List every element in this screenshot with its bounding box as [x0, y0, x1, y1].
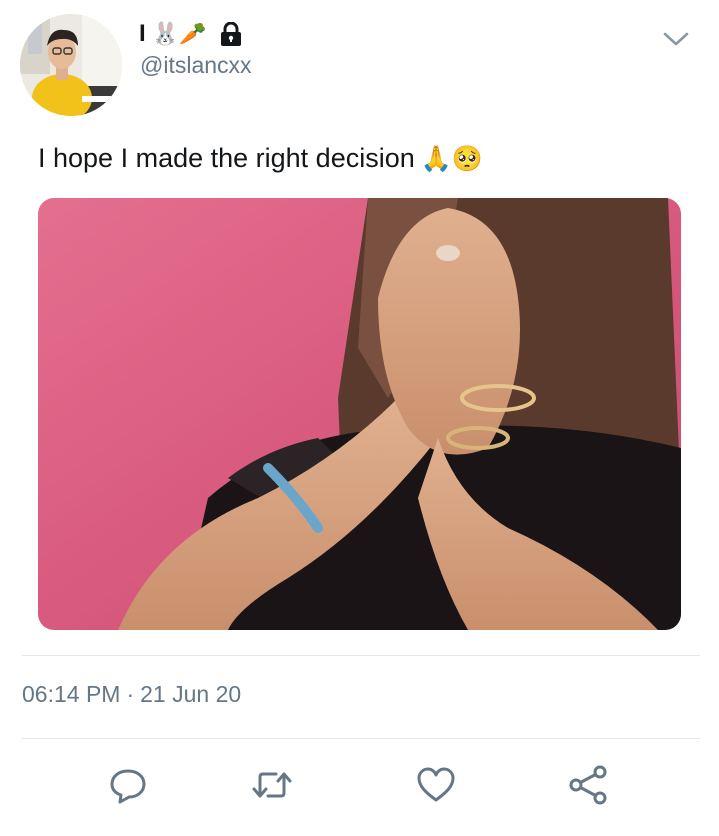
divider-bottom — [22, 738, 700, 739]
like-button[interactable] — [406, 752, 466, 822]
tweet-time: 06:14 PM — [22, 681, 121, 707]
share-icon — [567, 764, 609, 811]
reply-icon — [108, 765, 148, 810]
chevron-down-icon[interactable] — [660, 26, 692, 52]
tweet-media-gif[interactable] — [38, 198, 681, 630]
tweet-timestamp[interactable]: 06:14 PM · 21 Jun 20 — [22, 681, 241, 708]
tweet-actions — [0, 752, 719, 822]
lock-icon — [220, 22, 242, 46]
tweet-date: 21 Jun 20 — [140, 681, 242, 707]
heart-icon — [415, 765, 457, 810]
tweet-text-body: I hope I made the right decision — [38, 143, 415, 173]
user-handle[interactable]: @itslancxx — [140, 52, 252, 79]
tweet-emojis: 🙏🥺 — [420, 143, 483, 173]
display-name-row[interactable]: I 🐰🥕 — [139, 17, 242, 51]
reply-button[interactable] — [98, 752, 158, 822]
name-emojis: 🐰🥕 — [151, 21, 207, 47]
meta-separator: · — [126, 681, 135, 707]
display-name: I — [139, 20, 146, 47]
profile-avatar[interactable] — [20, 14, 122, 116]
divider-top — [22, 655, 700, 656]
retweet-icon — [250, 765, 294, 810]
retweet-button[interactable] — [242, 752, 302, 822]
share-button[interactable] — [558, 752, 618, 822]
tweet-text: I hope I made the right decision 🙏🥺 — [38, 143, 483, 174]
